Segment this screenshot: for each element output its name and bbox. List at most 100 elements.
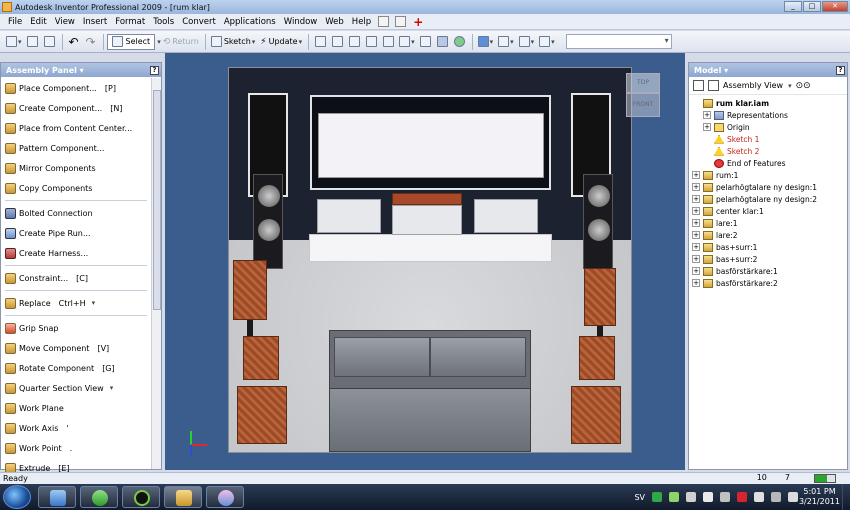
pan-button[interactable] [363, 34, 379, 50]
menu-web[interactable]: Web [321, 17, 348, 27]
ati-icon[interactable] [737, 492, 747, 502]
open-button[interactable] [25, 34, 41, 50]
tree-node-component[interactable]: + lare:2 [692, 229, 847, 241]
taskbar-inventor[interactable] [164, 486, 202, 508]
cmd-create-harness[interactable]: Create Harness... [1, 243, 151, 263]
cmd-copy-components[interactable]: Copy Components [1, 178, 151, 198]
expand-icon[interactable]: + [692, 243, 700, 251]
zoom-button[interactable] [346, 34, 362, 50]
tray-app-icon[interactable] [703, 492, 713, 502]
tree-node-component[interactable]: + basförstärkare:2 [692, 277, 847, 289]
menu-insert[interactable]: Insert [79, 17, 111, 27]
filter-icon[interactable] [693, 80, 704, 91]
expand-icon[interactable]: + [692, 231, 700, 239]
graphics-viewport[interactable]: TOP FRONT [165, 53, 685, 470]
menu-format[interactable]: Format [111, 17, 149, 27]
menu-view[interactable]: View [51, 17, 79, 27]
cmd-place-component[interactable]: Place Component... [P] [1, 78, 151, 98]
maximize-button[interactable]: □ [803, 1, 821, 12]
scrollbar-thumb[interactable] [153, 90, 161, 310]
viewcube[interactable]: TOP FRONT [626, 73, 662, 121]
network-icon[interactable] [771, 492, 781, 502]
cmd-replace[interactable]: Replace Ctrl+H ▾ [1, 293, 151, 313]
tree-node-sketch-2[interactable]: Sketch 2 [692, 145, 847, 157]
expand-icon[interactable]: + [692, 279, 700, 287]
expand-icon[interactable]: + [703, 123, 711, 131]
expand-icon[interactable]: + [692, 255, 700, 263]
filter-icon[interactable] [395, 16, 407, 27]
expand-icon[interactable]: + [692, 267, 700, 275]
tray-app-icon[interactable] [720, 492, 730, 502]
tree-node-representations[interactable]: + Representations [692, 109, 847, 121]
model-browser-header[interactable]: Model ▾ ? [689, 63, 847, 77]
assembly-panel-header[interactable]: Assembly Panel ▾ ? [1, 63, 161, 77]
taskbar-explorer[interactable] [38, 486, 76, 508]
new-button[interactable]: ▾ [4, 34, 24, 50]
show-desktop-button[interactable] [842, 484, 850, 510]
expand-icon[interactable]: + [692, 171, 700, 179]
cmd-rotate-component[interactable]: Rotate Component [G] [1, 358, 151, 378]
menu-convert[interactable]: Convert [178, 17, 220, 27]
expand-icon[interactable]: + [692, 219, 700, 227]
expand-icon[interactable]: + [692, 207, 700, 215]
undo-button[interactable]: ↶ [66, 34, 82, 50]
system-clock[interactable]: 5:01 PM 3/21/2011 [799, 487, 840, 507]
minimize-button[interactable]: _ [784, 1, 802, 12]
cmd-move-component[interactable]: Move Component [V] [1, 338, 151, 358]
whats-this-icon[interactable] [378, 16, 390, 27]
section-view-button[interactable]: ▾ [537, 34, 557, 50]
tree-node-sketch-1[interactable]: Sketch 1 [692, 133, 847, 145]
display-mode-button[interactable]: ▾ [476, 34, 496, 50]
tree-node-component[interactable]: + center klar:1 [692, 205, 847, 217]
orbit-button[interactable]: ▾ [397, 34, 417, 50]
zoom-all-button[interactable] [312, 34, 328, 50]
color-override-select[interactable] [565, 34, 672, 49]
tray-app-icon[interactable] [652, 492, 662, 502]
cmd-place-content-center[interactable]: Place from Content Center... [1, 118, 151, 138]
tree-node-origin[interactable]: + Origin [692, 121, 847, 133]
cmd-bolted-connection[interactable]: Bolted Connection [1, 203, 151, 223]
cmd-quarter-section-view[interactable]: Quarter Section View ▾ [1, 378, 151, 398]
tree-node-component[interactable]: + pelarhögtalare ny design:2 [692, 193, 847, 205]
ground-plane-button[interactable]: ▾ [517, 34, 537, 50]
language-indicator[interactable]: SV [634, 493, 645, 502]
assembly-panel-title[interactable]: Assembly Panel ▾ [6, 66, 84, 75]
panel-help-icon[interactable]: ? [150, 65, 159, 75]
tree-node-component[interactable]: + basförstärkare:1 [692, 265, 847, 277]
taskbar-paint[interactable] [206, 486, 244, 508]
zoom-selected-button[interactable] [380, 34, 396, 50]
shaded-display-button[interactable] [435, 34, 451, 50]
cmd-work-point[interactable]: Work Point. [1, 438, 151, 458]
tree-node-component[interactable]: + bas+surr:1 [692, 241, 847, 253]
look-at-button[interactable] [418, 34, 434, 50]
flag-icon[interactable] [754, 492, 764, 502]
tree-node-component[interactable]: + lare:1 [692, 217, 847, 229]
room-model[interactable] [228, 67, 632, 453]
cmd-pattern-component[interactable]: Pattern Component... [1, 138, 151, 158]
cmd-grip-snap[interactable]: Grip Snap [1, 318, 151, 338]
taskbar-messenger[interactable] [80, 486, 118, 508]
close-button[interactable]: ✕ [822, 1, 848, 12]
select-button[interactable]: Select [106, 33, 156, 50]
tree-node-end-of-features[interactable]: End of Features [692, 157, 847, 169]
cmd-create-component[interactable]: Create Component... [N] [1, 98, 151, 118]
tree-node-component[interactable]: + rum:1 [692, 169, 847, 181]
cmd-create-pipe-run[interactable]: Create Pipe Run... [1, 223, 151, 243]
start-button[interactable] [3, 485, 31, 509]
cmd-constraint[interactable]: Constraint... [C] [1, 268, 151, 288]
tree-node-component[interactable]: + pelarhögtalare ny design:1 [692, 181, 847, 193]
save-button[interactable] [42, 34, 58, 50]
camera-button[interactable]: ▾ [496, 34, 516, 50]
cmd-work-plane[interactable]: Work Plane [1, 398, 151, 418]
find-binoculars-icon[interactable]: ⊙⊙ [796, 81, 811, 91]
menu-window[interactable]: Window [280, 17, 322, 27]
menu-tools[interactable]: Tools [149, 17, 178, 27]
expand-icon[interactable]: + [692, 183, 700, 191]
add-plus-icon[interactable]: + [413, 15, 423, 29]
hierarchy-icon[interactable] [708, 80, 719, 91]
menu-file[interactable]: File [4, 17, 26, 27]
browser-help-icon[interactable]: ? [836, 65, 845, 75]
panel-scrollbar[interactable] [151, 78, 161, 469]
taskbar-spotify[interactable] [122, 486, 160, 508]
expand-icon[interactable]: + [703, 111, 711, 119]
